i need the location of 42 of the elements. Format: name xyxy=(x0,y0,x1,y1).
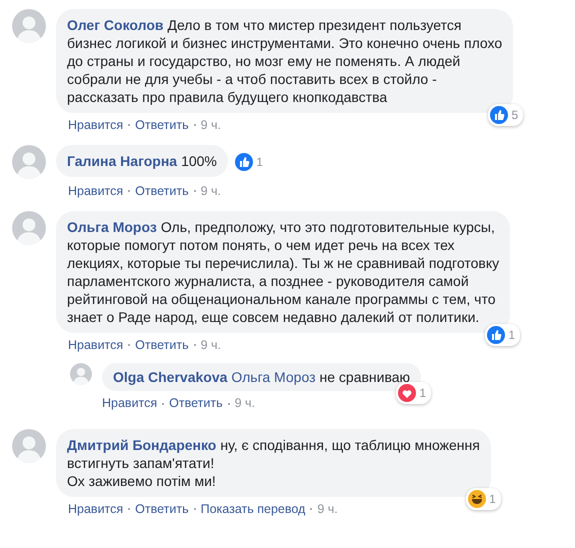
avatar-icon[interactable] xyxy=(70,363,92,386)
separator-dot-icon xyxy=(310,508,312,510)
action-link[interactable]: Ответить xyxy=(135,500,189,519)
separator-dot-icon xyxy=(128,124,130,126)
separator-dot-icon xyxy=(162,402,164,405)
reaction-count: 1 xyxy=(419,385,426,402)
avatar-icon[interactable] xyxy=(12,144,46,179)
mention-link[interactable]: Ольга Мороз xyxy=(231,369,316,386)
comment-text: Дмитрий Бондаренко ну, є сподівання, що таблицю множення встигнуть запам'ятати! Ох заживемо потім ми! xyxy=(67,436,480,490)
action-link[interactable]: Нравится xyxy=(68,500,124,519)
separator-dot-icon xyxy=(128,190,130,192)
separator-dot-icon xyxy=(194,124,196,126)
action-link[interactable]: Ответить xyxy=(135,182,189,200)
comment-text: Ольга Мороз Оль, предположу, что это подготовительные курсы, которые помогут потом понять, о чем идет речь на всех тех лекциях, которые ты перечислила). Ты ж не сравнивай подготовку парламентского журналиста, а позднее - руководителя самой рейтинговой на общенациональном канале программы с тем, что знает о Раде народ, еще совсем недавно далекий от политики. xyxy=(67,218,500,326)
author-link[interactable]: Ольга Мороз xyxy=(67,218,157,234)
action-link[interactable]: Нравится xyxy=(68,336,124,354)
action-link[interactable]: Ответить xyxy=(135,336,189,354)
reaction-count: 1 xyxy=(489,491,496,508)
avatar-icon[interactable] xyxy=(12,429,46,463)
separator-dot-icon xyxy=(194,344,196,346)
action-link[interactable]: Ответить xyxy=(169,394,223,413)
author-link[interactable]: Olga Chervakova xyxy=(113,369,228,386)
author-link[interactable]: Галина Нагорна xyxy=(67,152,178,169)
action-link[interactable]: Нравится xyxy=(68,182,124,200)
action-link[interactable]: Нравится xyxy=(102,394,158,413)
action-link[interactable]: Показать перевод xyxy=(200,500,306,519)
separator-dot-icon xyxy=(128,508,130,510)
separator-dot-icon xyxy=(128,344,130,346)
separator-dot-icon xyxy=(194,508,196,510)
reaction-count: 5 xyxy=(511,107,518,124)
comment-text: Галина Нагорна 100% xyxy=(67,152,217,170)
separator-dot-icon xyxy=(228,402,230,405)
action-link[interactable]: Нравится xyxy=(68,116,124,135)
author-link[interactable]: Дмитрий Бондаренко xyxy=(67,437,216,453)
avatar-icon[interactable] xyxy=(12,210,46,244)
action-link[interactable]: Ответить xyxy=(135,116,189,135)
reaction-count: 1 xyxy=(508,326,516,344)
reaction-count: 1 xyxy=(256,154,263,171)
comment-text: Олег Соколов Дело в том что мистер президент пользуется бизнес логикой и бизнес инструментами. Это конечно очень плохо до страны и государство, но мозг ему не поменять. А людей собрали не для учебы - а чтоб поставить всех в стойло - рассказать про правила будущего кнопкодавства xyxy=(67,16,502,106)
author-link[interactable]: Олег Соколов xyxy=(67,17,164,33)
separator-dot-icon xyxy=(194,190,196,192)
avatar-icon[interactable] xyxy=(12,9,46,43)
